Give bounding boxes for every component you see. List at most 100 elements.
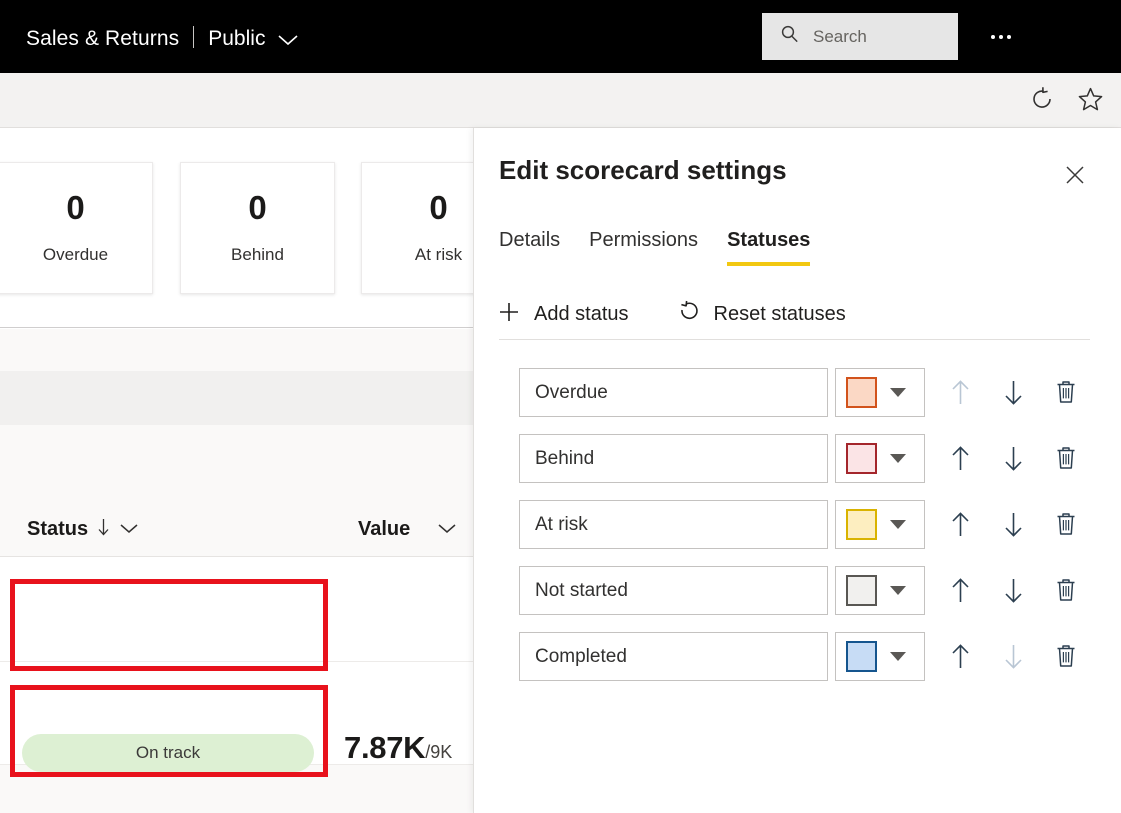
- star-icon[interactable]: [1073, 82, 1107, 116]
- status-name-input[interactable]: At risk: [519, 500, 828, 549]
- chevron-down-icon[interactable]: [277, 33, 299, 52]
- kpi-value: 0: [66, 189, 85, 226]
- breadcrumb-separator: [193, 25, 195, 48]
- kpi-card-strip: 0 Overdue 0 Behind 0 At risk: [0, 128, 473, 328]
- kpi-label: Behind: [231, 245, 284, 264]
- delete-status-button[interactable]: [1044, 502, 1088, 546]
- move-up-button: [938, 370, 982, 414]
- move-down-button[interactable]: [991, 370, 1035, 414]
- color-swatch: [846, 377, 877, 408]
- delete-status-button[interactable]: [1044, 370, 1088, 414]
- breadcrumb: Sales & Returns Public: [26, 23, 299, 51]
- kpi-card-behind[interactable]: 0 Behind: [180, 162, 335, 294]
- tab-permissions[interactable]: Permissions: [589, 229, 712, 266]
- status-color-picker[interactable]: [835, 368, 925, 417]
- kpi-label: At risk: [414, 245, 463, 264]
- column-header-value[interactable]: Value: [358, 518, 457, 541]
- status-name-input[interactable]: Overdue: [519, 368, 828, 417]
- move-up-button[interactable]: [938, 634, 982, 678]
- chevron-down-icon: [890, 652, 906, 661]
- status-badge[interactable]: On track: [22, 734, 314, 772]
- panel-action-bar: Add status Reset statuses: [497, 300, 846, 329]
- status-name-input[interactable]: Not started: [519, 566, 828, 615]
- color-swatch: [846, 443, 877, 474]
- status-list: Overdue Behind At risk Not started Compl…: [474, 360, 1121, 690]
- reset-statuses-button[interactable]: Reset statuses: [677, 300, 846, 329]
- status-row: At risk: [474, 492, 1121, 558]
- table-empty-area: [0, 765, 473, 813]
- report-canvas: 0 Overdue 0 Behind 0 At risk Status Valu…: [0, 128, 473, 813]
- color-swatch: [846, 641, 877, 672]
- color-swatch: [846, 509, 877, 540]
- chevron-down-icon: [890, 454, 906, 463]
- reset-icon: [677, 300, 701, 329]
- page-title: Edit scorecard settings: [499, 155, 787, 185]
- move-down-button[interactable]: [991, 436, 1035, 480]
- workspace-name[interactable]: Sales & Returns: [26, 27, 179, 51]
- move-up-button[interactable]: [938, 568, 982, 612]
- more-options-button[interactable]: [980, 20, 1022, 54]
- ellipsis-icon: [991, 35, 1011, 39]
- search-input[interactable]: Search: [762, 13, 958, 60]
- panel-divider: [499, 339, 1090, 340]
- command-bar-actions: [1025, 82, 1107, 116]
- chevron-down-icon[interactable]: [119, 518, 139, 541]
- search-placeholder: Search: [813, 26, 867, 46]
- chevron-down-icon: [890, 388, 906, 397]
- status-name-input[interactable]: Behind: [519, 434, 828, 483]
- status-color-picker[interactable]: [835, 566, 925, 615]
- add-status-label: Add status: [534, 303, 629, 325]
- chevron-down-icon: [890, 520, 906, 529]
- search-icon: [780, 24, 800, 49]
- status-row: Overdue: [474, 360, 1121, 426]
- scorecard-table-header: Status Value: [0, 505, 473, 557]
- command-bar: [0, 73, 1121, 128]
- top-navigation-bar: Sales & Returns Public Search: [0, 0, 1121, 73]
- close-button[interactable]: [1059, 161, 1091, 193]
- kpi-value: 0: [248, 189, 267, 226]
- column-header-status[interactable]: Status: [27, 518, 139, 541]
- status-color-picker[interactable]: [835, 632, 925, 681]
- add-status-button[interactable]: Add status: [497, 300, 629, 329]
- report-band-lower: [0, 425, 473, 505]
- status-color-picker[interactable]: [835, 434, 925, 483]
- table-row[interactable]: [0, 557, 473, 662]
- move-down-button: [991, 634, 1035, 678]
- tab-details[interactable]: Details: [499, 229, 574, 266]
- delete-status-button[interactable]: [1044, 634, 1088, 678]
- status-row: Behind: [474, 426, 1121, 492]
- move-down-button[interactable]: [991, 568, 1035, 612]
- status-row: Completed: [474, 624, 1121, 690]
- scope-name[interactable]: Public: [208, 27, 265, 51]
- row-value-target: /9K: [425, 742, 453, 762]
- move-down-button[interactable]: [991, 502, 1035, 546]
- chevron-down-icon[interactable]: [437, 518, 457, 541]
- delete-status-button[interactable]: [1044, 436, 1088, 480]
- kpi-label: Overdue: [42, 245, 109, 264]
- report-band-upper: [0, 329, 473, 371]
- panel-tabs: Details Permissions Statuses: [499, 229, 839, 266]
- tab-statuses[interactable]: Statuses: [727, 229, 824, 266]
- color-swatch: [846, 575, 877, 606]
- status-name-input[interactable]: Completed: [519, 632, 828, 681]
- status-row: Not started: [474, 558, 1121, 624]
- app-root: Sales & Returns Public Search 0 Overdue …: [0, 0, 1121, 813]
- move-up-button[interactable]: [938, 436, 982, 480]
- row-value: 7.87K /9K: [344, 730, 452, 766]
- kpi-card-at-risk[interactable]: 0 At risk: [361, 162, 473, 294]
- close-icon: [1064, 164, 1086, 191]
- delete-status-button[interactable]: [1044, 568, 1088, 612]
- move-up-button[interactable]: [938, 502, 982, 546]
- chevron-down-icon: [890, 586, 906, 595]
- arrow-down-icon: [97, 518, 110, 541]
- kpi-value: 0: [429, 189, 448, 226]
- kpi-card-overdue[interactable]: 0 Overdue: [0, 162, 153, 294]
- column-header-label: Value: [358, 518, 411, 540]
- report-band-middle: [0, 371, 473, 425]
- edit-scorecard-settings-panel: Edit scorecard settings Details Permissi…: [473, 128, 1121, 813]
- plus-icon: [497, 300, 521, 329]
- reset-statuses-label: Reset statuses: [713, 303, 846, 325]
- status-color-picker[interactable]: [835, 500, 925, 549]
- refresh-icon[interactable]: [1025, 82, 1059, 116]
- column-header-label: Status: [27, 518, 89, 540]
